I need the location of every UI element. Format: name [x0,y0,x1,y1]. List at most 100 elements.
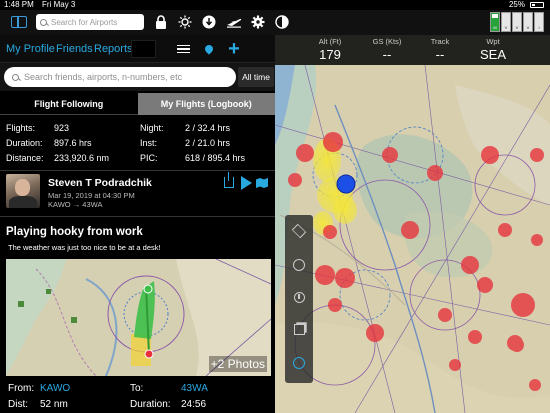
feed-segmented-control: Flight Following My Flights (Logbook) [0,93,275,115]
search-icon [12,73,19,81]
heat-hotspot [481,146,499,164]
altitude-value: 179 [319,47,341,62]
lock-icon[interactable] [152,13,170,31]
flight-dist: Dist: 52 nm [8,399,68,410]
tab-flight-following[interactable]: Flight Following [0,93,138,115]
current-position-marker [336,174,356,194]
heat-hotspot [498,223,512,237]
heat-hotspot [382,147,398,163]
flight-from: From: KAWO [8,383,70,394]
heat-hotspot [511,293,535,317]
friend-search-row: Search friends, airports, n-numbers, etc… [0,63,275,91]
list-icon[interactable] [176,40,194,58]
more-photos-badge[interactable]: +2 Photos [208,356,267,372]
instrument-tile: V [501,12,511,32]
stat-pic: PIC: 618 / 895.4 hrs [140,153,245,163]
flight-duration-value: 24:56 [181,399,207,410]
airplane-icon[interactable] [225,13,243,31]
stat-night: Night: 2 / 32.4 hrs [140,123,230,133]
stat-value: 897.6 hrs [54,138,92,148]
search-icon [40,18,47,26]
play-icon[interactable] [241,176,252,190]
heat-hotspot [328,298,342,312]
reports-link[interactable]: Reports [94,43,133,55]
instrument-tile-label: I [538,25,540,30]
sidebar-toggle-icon[interactable] [8,13,30,31]
groundspeed-value: -- [382,47,392,62]
airport-search-placeholder: Search for Airports [51,17,118,27]
heat-hotspot [438,308,452,322]
divider [0,170,275,171]
heat-hotspot [366,324,384,342]
stat-value: 2 / 21.0 hrs [185,138,231,148]
flight-to-label: To: [130,383,144,394]
instrument-status-panel[interactable]: MVVVI [490,12,544,32]
target-icon[interactable] [291,257,307,273]
friend-search-input[interactable]: Search friends, airports, n-numbers, etc [4,67,236,87]
friends-link[interactable]: Friends [56,43,93,55]
airport-search-input[interactable]: Search for Airports [36,14,144,30]
download-icon[interactable] [200,13,218,31]
flight-to: To: 43WA [130,383,208,394]
altitude-label: Alt (Ft) [318,37,342,46]
stat-flights: Flights: 923 [6,123,69,133]
post-header: Steven T Podradchik Mar 19, 2019 at 04:3… [0,172,275,214]
heat-hotspot [323,132,343,152]
track-history-icon[interactable] [291,355,307,371]
nav-placeholder-box [131,40,156,58]
stat-value: 618 / 895.4 hrs [185,153,246,163]
heat-hotspot [477,277,493,293]
location-pin-icon[interactable] [200,40,218,58]
share-icon[interactable] [224,172,234,188]
sun-icon[interactable] [176,13,194,31]
sectional-map [275,65,550,413]
divider [0,216,275,217]
instrument-tile: V [523,12,533,32]
flight-to-value[interactable]: 43WA [181,383,208,394]
map-icon[interactable] [256,178,268,188]
heat-hotspot [461,256,479,274]
avatar[interactable] [6,174,40,208]
battery-percent: 25% [508,0,525,9]
groundspeed-label: GS (Kts) [372,37,402,46]
heat-hotspot [529,379,541,391]
time-filter-button[interactable]: All time [238,67,274,87]
gear-icon[interactable] [249,13,267,31]
instrument-tile-label: V [504,25,508,30]
stat-distance: Distance: 233,920.6 nm [6,153,109,163]
add-icon[interactable]: + [225,39,243,59]
post-author[interactable]: Steven T Podradchik [48,177,152,189]
my-profile-link[interactable]: My Profile [6,43,55,55]
stat-label: Night: [140,123,164,133]
heat-hotspot [335,268,355,288]
stat-value: 2 / 32.4 hrs [185,123,231,133]
flight-from-label: From: [8,383,35,394]
heat-hotspot [531,234,543,246]
stat-label: Inst: [140,138,158,148]
status-date: Fri May 3 [42,0,76,9]
stat-value: 233,920.6 nm [54,153,110,163]
flight-from-value[interactable]: KAWO [40,383,70,394]
contrast-icon[interactable] [273,13,291,31]
heat-hotspot [427,165,443,181]
flight-dist-label: Dist: [8,399,28,410]
tab-my-flights-logbook[interactable]: My Flights (Logbook) [137,93,275,115]
stat-inst: Inst: 2 / 21.0 hrs [140,138,230,148]
compass-icon[interactable] [291,289,307,305]
profile-nav: My Profile Friends Reports + [0,35,275,63]
map-view[interactable]: Alt (Ft) 179 GS (Kts) -- Track -- Wpt SE… [275,35,550,413]
track-label: Track [430,37,450,46]
stat-value: 923 [54,123,70,133]
map-tool-strip [285,215,313,383]
instrument-tile: M [490,12,500,32]
cube-3d-icon[interactable] [291,321,307,337]
waypoint-readout: Wpt SEA [463,37,523,62]
battery-icon [530,2,544,8]
friend-search-placeholder: Search friends, airports, n-numbers, etc [24,72,183,82]
heat-hotspot [530,148,544,162]
instrument-tile-label: V [515,25,519,30]
post-map-thumbnail[interactable]: +2 Photos [6,259,271,376]
post-caption: The weather was just too nice to be at a… [8,243,161,252]
layers-icon[interactable] [291,223,307,239]
waypoint-value: SEA [479,47,506,62]
